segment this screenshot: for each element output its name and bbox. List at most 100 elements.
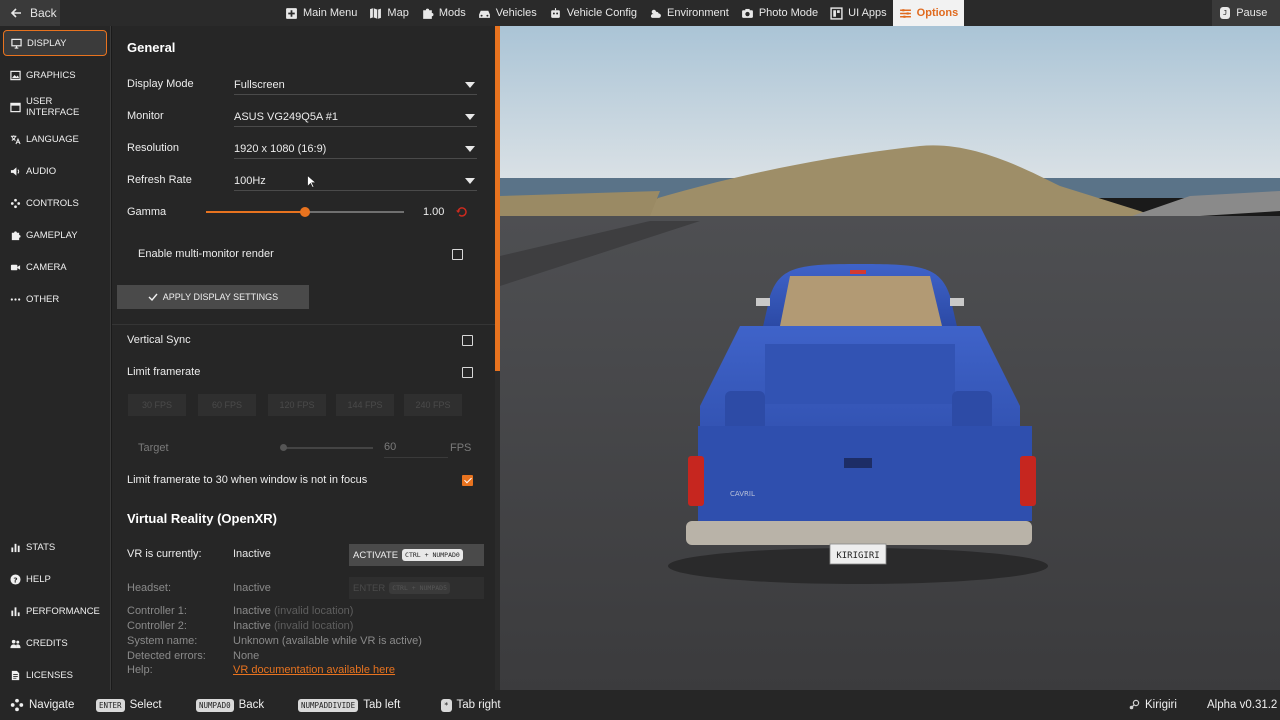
section-title-vr: Virtual Reality (OpenXR) <box>127 511 278 526</box>
sidebar-item-label: GAMEPLAY <box>26 229 78 241</box>
top-nav: Main Menu Map Mods Vehicles Vehicle Conf… <box>279 0 965 26</box>
car-icon <box>478 10 490 18</box>
chevron-down-icon <box>465 82 475 88</box>
translate-icon <box>10 134 21 144</box>
pause-label: Pause <box>1236 7 1268 19</box>
sidebar-item-performance[interactable]: PERFORMANCE <box>3 598 107 624</box>
fps-preset-button[interactable]: 120 FPS <box>268 394 326 416</box>
fps-preset-button[interactable]: 60 FPS <box>198 394 256 416</box>
hint-tab-right[interactable]: * Tab right <box>441 690 501 720</box>
hint-select[interactable]: ENTER Select <box>96 690 162 720</box>
tab-map[interactable]: Map <box>363 0 414 26</box>
sidebar-item-credits[interactable]: CREDITS <box>3 630 107 656</box>
image-icon <box>10 70 21 80</box>
tab-left-key-chip: NUMPADDIVIDE <box>298 698 359 712</box>
vr-help-link[interactable]: VR documentation available here <box>233 664 395 676</box>
dpad-icon <box>10 698 24 712</box>
apply-display-settings-button[interactable]: APPLY DISPLAY SETTINGS <box>117 285 309 309</box>
back-label: Back <box>30 6 57 20</box>
limit-framerate-checkbox[interactable] <box>462 367 473 378</box>
bar-chart-icon <box>11 543 20 552</box>
tab-right-label: Tab right <box>456 699 501 711</box>
multi-monitor-checkbox[interactable] <box>452 249 463 260</box>
sidebar-item-help[interactable]: ? HELP <box>3 566 107 592</box>
vr-activate-button[interactable]: ACTIVATE CTRL + NUMPAD0 <box>349 544 484 566</box>
tab-mods[interactable]: Mods <box>415 0 472 26</box>
activate-key-chip: CTRL + NUMPAD0 <box>402 549 463 561</box>
sidebar-item-display[interactable]: DISPLAY <box>3 30 107 56</box>
tab-main-menu[interactable]: Main Menu <box>279 0 363 26</box>
sidebar-item-licenses[interactable]: LICENSES <box>3 662 107 688</box>
fps-preset-button[interactable]: 240 FPS <box>404 394 462 416</box>
vr-enter-button[interactable]: ENTER CTRL + NUMPAD5 <box>349 577 484 599</box>
tab-ui-apps[interactable]: UI Apps <box>824 0 893 26</box>
resolution-select[interactable]: 1920 x 1080 (16:9) <box>234 139 477 159</box>
sidebar-item-label: CAMERA <box>26 261 67 273</box>
app-root: Back Main Menu Map Mods Vehicles Vehicle… <box>0 0 1280 720</box>
puzzle-icon <box>11 230 21 240</box>
target-slider-track[interactable] <box>283 447 373 449</box>
gamma-value: 1.00 <box>423 206 445 218</box>
grid-icon <box>286 7 297 19</box>
select-key-chip: ENTER <box>96 698 125 712</box>
section-divider <box>112 324 497 325</box>
camera-icon <box>741 8 753 18</box>
target-unit: FPS <box>450 442 472 454</box>
gamma-slider-handle[interactable] <box>300 207 310 217</box>
sidebar-item-stats[interactable]: STATS <box>3 534 107 560</box>
help-link-wrap: VR documentation available here <box>233 664 395 676</box>
system-name-value: Unknown (available while VR is active) <box>233 635 422 647</box>
arrow-left-icon <box>10 8 21 18</box>
map-icon <box>370 7 382 19</box>
robot-icon <box>550 7 560 18</box>
sidebar-item-gameplay[interactable]: GAMEPLAY <box>3 222 107 248</box>
refresh-rate-select[interactable]: 100Hz <box>234 171 477 191</box>
back-hint-label: Back <box>238 699 265 711</box>
weather-icon <box>650 9 661 18</box>
apps-icon <box>830 6 843 20</box>
tab-vehicle-config[interactable]: Vehicle Config <box>543 0 643 26</box>
game-viewport[interactable]: KIRIGIRI CAVRIL <box>500 26 1280 690</box>
tab-options[interactable]: Options <box>892 0 965 26</box>
tab-photo-mode[interactable]: Photo Mode <box>735 0 824 26</box>
tab-label: Environment <box>667 7 729 19</box>
monitor-select[interactable]: ASUS VG249Q5A #1 <box>234 107 477 127</box>
hint-tab-left[interactable]: NUMPADDIVIDE Tab left <box>298 690 400 720</box>
target-input-underline <box>384 457 448 458</box>
sidebar-item-user-interface[interactable]: USER INTERFACE <box>3 94 107 120</box>
hint-navigate: Navigate <box>10 690 74 720</box>
display-mode-select[interactable]: Fullscreen <box>234 75 477 95</box>
monitor-value: ASUS VG249Q5A #1 <box>234 110 338 123</box>
vsync-checkbox[interactable] <box>462 335 473 346</box>
sidebar-item-label: LICENSES <box>26 669 73 681</box>
tab-vehicles[interactable]: Vehicles <box>472 0 543 26</box>
fps-preset-button[interactable]: 30 FPS <box>128 394 186 416</box>
chevron-down-icon <box>465 114 475 120</box>
bottom-hint-bar: Navigate ENTER Select NUMPAD0 Back NUMPA… <box>0 690 1280 720</box>
scene-illustration: KIRIGIRI CAVRIL <box>500 26 1280 690</box>
reset-icon[interactable] <box>456 207 468 217</box>
fps-preset-button[interactable]: 144 FPS <box>336 394 394 416</box>
truck-badge-text: CAVRIL <box>730 490 755 498</box>
sidebar-item-graphics[interactable]: GRAPHICS <box>3 62 107 88</box>
sidebar-item-audio[interactable]: AUDIO <box>3 158 107 184</box>
username: Kirigiri <box>1145 699 1177 711</box>
tab-left-label: Tab left <box>363 699 401 711</box>
speaker-icon <box>10 166 20 176</box>
sidebar-item-controls[interactable]: CONTROLS <box>3 190 107 216</box>
limit-unfocused-checkbox[interactable] <box>462 475 473 486</box>
sidebar-item-camera[interactable]: CAMERA <box>3 254 107 280</box>
sidebar-item-other[interactable]: OTHER <box>3 286 107 312</box>
hint-back[interactable]: NUMPAD0 Back <box>196 690 264 720</box>
tab-environment[interactable]: Environment <box>643 0 735 26</box>
pause-button[interactable]: J Pause <box>1212 0 1280 26</box>
target-slider-handle[interactable] <box>280 444 287 451</box>
refresh-rate-label: Refresh Rate <box>127 174 192 186</box>
dots-icon <box>10 297 21 301</box>
resolution-label: Resolution <box>127 142 179 154</box>
headset-label: Headset: <box>127 582 172 594</box>
sidebar-item-language[interactable]: LANGUAGE <box>3 126 107 152</box>
svg-text:?: ? <box>13 575 17 584</box>
display-mode-value: Fullscreen <box>234 78 285 91</box>
back-button[interactable]: Back <box>0 0 60 26</box>
